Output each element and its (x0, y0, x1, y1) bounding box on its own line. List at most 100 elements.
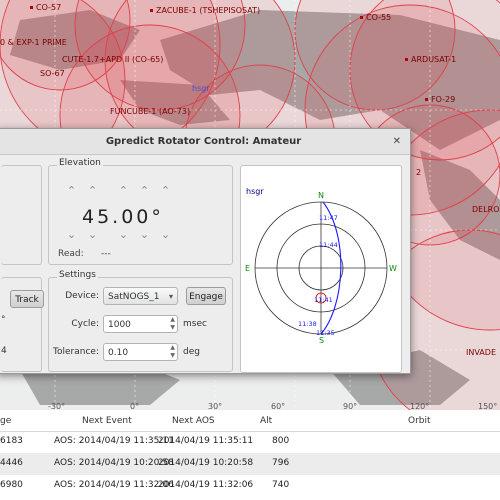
column-header[interactable]: Next AOS (172, 416, 215, 426)
pass-time-label: 11:38 (298, 320, 317, 328)
sat-label[interactable]: CO-55 (360, 13, 391, 22)
cell-next-aos: 2014/04/19 10:20:58 (158, 458, 254, 468)
left-stub: 4 (1, 346, 7, 356)
table-row[interactable]: 6183 AOS: 2014/04/19 11:35:11 2014/04/19… (0, 431, 500, 453)
pass-time-label: 11:41 (314, 296, 333, 304)
cell-alt: 800 (272, 436, 290, 446)
tolerance-unit: deg (183, 347, 200, 357)
sat-label[interactable]: INVADE (466, 348, 496, 357)
lon-tick: 60° (271, 402, 286, 410)
cycle-value: 1000 (108, 320, 131, 330)
sat-label[interactable]: FUNCUBE-1 (AO-73) (110, 107, 190, 116)
down-arrow-icon[interactable]: ⌄ (61, 228, 82, 241)
device-label: Device: (65, 291, 99, 301)
polar-south: S (319, 336, 324, 345)
cell-next-aos: 2014/04/19 11:35:11 (158, 436, 254, 446)
pass-time-label: 11:47 (319, 214, 338, 222)
cell-alt: 740 (272, 480, 290, 490)
cycle-spinbox[interactable]: 1000 ▲ ▼ (103, 315, 178, 333)
track-button[interactable]: Track (10, 290, 44, 308)
tolerance-label: Tolerance: (53, 347, 99, 357)
up-arrow-icon[interactable]: ⌃ (113, 184, 134, 197)
elevation-up-arrows: ⌃ ⌃ ⌃ ⌃ ⌃ (61, 184, 176, 197)
up-arrow-icon[interactable]: ⌃ (61, 184, 82, 197)
elevation-frame: Elevation ⌃ ⌃ ⌃ ⌃ ⌃ 45.00° ⌄ ⌄ ⌄ ⌄ ⌄ Read: --- (48, 158, 233, 265)
pass-time-label: 11:35 (316, 329, 335, 337)
spin-arrows-icon[interactable]: ▲ ▼ (170, 344, 175, 360)
satellite-list-table: ge Next Event Next AOS Alt Orbit 6183 AO… (0, 410, 500, 500)
lon-tick: 90° (343, 402, 358, 410)
azimuth-frame-partial (1, 165, 42, 265)
down-arrow-icon[interactable]: ⌄ (82, 228, 103, 241)
left-stub: ° (1, 315, 6, 325)
sat-name: 2 (416, 168, 422, 177)
sat-label[interactable]: DELRO (472, 205, 500, 214)
pass-time-label: 11:44 (319, 241, 338, 249)
cycle-label: Cycle: (71, 319, 99, 329)
sat-label[interactable]: CUTE-1.7+APD II (CO-65) (62, 55, 163, 64)
sat-name: CO-55 (366, 13, 392, 22)
sat-name: CO-57 (36, 3, 62, 12)
table-row[interactable]: 4446 AOS: 2014/04/19 10:20:58 2014/04/19… (0, 453, 500, 475)
device-value: SatNOGS_1 (108, 292, 160, 302)
down-arrow-icon[interactable]: ⌄ (155, 228, 176, 241)
column-header[interactable]: Next Event (82, 416, 132, 426)
cell-range: 4446 (0, 458, 23, 468)
cell-next-event: AOS: 2014/04/19 11:35:11 (54, 436, 174, 446)
down-arrow-icon[interactable]: ⌄ (134, 228, 155, 241)
table-header: ge Next Event Next AOS Alt Orbit (0, 413, 500, 432)
dialog-title: Gpredict Rotator Control: Amateur (105, 136, 302, 147)
lon-tick: 0° (130, 402, 140, 410)
sat-name: INVADE (466, 348, 496, 357)
sat-label[interactable]: SO-67 (40, 69, 65, 78)
read-label: Read: (58, 249, 84, 259)
rotator-control-dialog: Gpredict Rotator Control: Amateur ✕ Elev… (0, 128, 411, 374)
cell-next-aos: 2014/04/19 11:32:06 (158, 480, 254, 490)
polar-west: W (389, 264, 397, 273)
lon-tick: 30° (208, 402, 223, 410)
sat-label[interactable]: 2 (416, 168, 421, 177)
up-arrow-icon[interactable]: ⌃ (155, 184, 176, 197)
polar-north: N (318, 191, 324, 200)
column-header[interactable]: Orbit (408, 416, 431, 426)
elevation-value: 45.00° (82, 206, 164, 228)
dialog-titlebar[interactable]: Gpredict Rotator Control: Amateur ✕ (0, 129, 410, 155)
tolerance-spinbox[interactable]: 0.10 ▲ ▼ (103, 343, 178, 361)
sat-name: ZACUBE-1 (TSHEPISOSAT) (156, 6, 261, 15)
lon-tick: 150° (478, 402, 498, 410)
sat-label[interactable]: ARDUSAT-1 (405, 55, 456, 64)
cell-next-event: AOS: 2014/04/19 11:32:06 (54, 480, 174, 490)
column-header[interactable]: ge (0, 416, 11, 426)
settings-frame: Settings Device: SatNOGS_1 ▾ Engage Cycl… (48, 270, 233, 372)
cell-range: 6980 (0, 480, 23, 490)
sat-name: ARDUSAT-1 (411, 55, 457, 64)
sat-name: CUTE-1.7+APD II (CO-65) (62, 55, 164, 64)
engage-button[interactable]: Engage (186, 287, 226, 305)
up-arrow-icon[interactable]: ⌃ (82, 184, 103, 197)
tolerance-value: 0.10 (108, 348, 129, 358)
cell-range: 6183 (0, 436, 23, 446)
sat-label[interactable]: FO-29 (425, 95, 455, 104)
settings-title: Settings (57, 270, 98, 280)
table-row[interactable]: 6980 AOS: 2014/04/19 11:32:06 2014/04/19… (0, 475, 500, 497)
lon-tick: -30° (48, 402, 66, 410)
polar-qth: hsgr (246, 187, 264, 196)
sat-name: DELRO (472, 205, 500, 214)
sat-label[interactable]: 0 & EXP-1 PRIME (0, 38, 67, 47)
elevation-title: Elevation (57, 158, 103, 168)
sat-label[interactable]: ZACUBE-1 (TSHEPISOSAT) (150, 6, 260, 15)
qth-marker: hsgr (192, 84, 210, 93)
up-arrow-icon[interactable]: ⌃ (134, 184, 155, 197)
column-header[interactable]: Alt (260, 416, 272, 426)
device-select[interactable]: SatNOGS_1 ▾ (103, 287, 178, 305)
close-icon[interactable]: ✕ (393, 129, 401, 154)
polar-canvas: hsgr N S E W 11:47 11:44 11:41 11:38 11:… (245, 187, 397, 345)
spin-arrows-icon[interactable]: ▲ ▼ (170, 316, 175, 332)
down-arrow-icon[interactable]: ⌄ (113, 228, 134, 241)
sat-label[interactable]: CO-57 (30, 3, 61, 12)
cell-alt: 796 (272, 458, 290, 468)
elevation-down-arrows: ⌄ ⌄ ⌄ ⌄ ⌄ (61, 228, 176, 241)
read-value: --- (101, 249, 111, 259)
sat-name: FO-29 (431, 95, 456, 104)
polar-plot: hsgr N S E W 11:47 11:44 11:41 11:38 11:… (240, 165, 402, 373)
